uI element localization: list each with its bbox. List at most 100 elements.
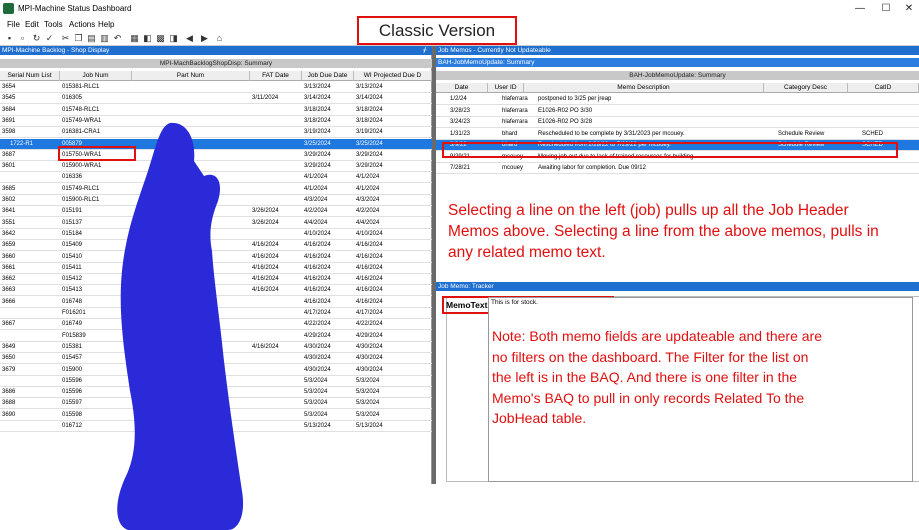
cell-due: 3/14/2024 <box>304 95 331 102</box>
cell-serial <box>0 421 60 432</box>
col-job-num[interactable]: Job Num <box>60 71 132 81</box>
memo-cell-date: 7/28/21 <box>450 165 471 171</box>
cut-icon[interactable]: ✂ <box>60 33 71 44</box>
cell-serial: 3667 <box>2 321 16 328</box>
memo-grid-body: 1/2/24 hlaferrara postponed to 3/25 per jr… <box>436 94 919 184</box>
menu-edit[interactable]: Edit <box>25 20 39 29</box>
selected-memo-highlight <box>442 142 898 158</box>
col-fat-date[interactable]: FAT Date <box>250 71 302 81</box>
cell-due: 4/16/2024 <box>304 276 331 283</box>
cell-serial <box>0 172 60 183</box>
cell-fat <box>250 127 302 138</box>
memo-cell-catid <box>860 94 919 105</box>
col-job-due-date[interactable]: Job Due Date <box>302 71 354 81</box>
cell-fat <box>250 297 302 308</box>
cell-serial: 3545 <box>2 95 16 102</box>
window-title: MPI-Machine Status Dashboard <box>18 4 132 13</box>
cell-serial <box>0 331 60 342</box>
cell-fat: 4/16/2024 <box>252 287 279 294</box>
cell-serial: 3688 <box>2 400 16 407</box>
memo-row[interactable]: 1/2/24 hlaferrara postponed to 3/25 per jr… <box>436 94 919 105</box>
cell-job: 015381-RLC1 <box>62 84 100 90</box>
cell-due: 3/29/2024 <box>304 163 331 170</box>
cell-wi: 4/1/2024 <box>356 174 380 181</box>
cell-fat: 4/16/2024 <box>252 276 279 283</box>
cell-serial <box>0 376 60 387</box>
new-icon[interactable]: ▪ <box>4 33 15 44</box>
preview-icon[interactable]: ◧ <box>142 33 153 44</box>
cell-serial <box>0 308 60 319</box>
cell-wi: 4/17/2024 <box>356 310 383 316</box>
delete-icon[interactable]: ▥ <box>99 33 110 44</box>
paste-icon[interactable]: ▤ <box>86 33 97 44</box>
cell-wi: 4/4/2024 <box>356 219 380 226</box>
col-date[interactable]: Date <box>436 83 488 93</box>
minimize-button[interactable]: — <box>850 2 870 16</box>
cell-fat <box>250 398 302 409</box>
close-button[interactable]: ✕ <box>899 2 919 16</box>
save-icon[interactable]: ▫ <box>17 33 28 44</box>
cell-fat <box>250 353 302 364</box>
cell-due: 4/2/2024 <box>304 208 328 215</box>
cell-fat <box>250 195 302 206</box>
cell-fat <box>250 319 302 330</box>
job-memos-panel: Job Memos - Currently Not Updateable BAH… <box>436 46 919 484</box>
memo-cell-cat <box>776 94 860 105</box>
cell-fat: 3/26/2024 <box>252 208 279 215</box>
memo-cell-catid <box>860 163 919 174</box>
memo-row[interactable]: 1/31/23 bhard Rescheduled to be complete b… <box>436 129 919 140</box>
table-row[interactable]: 3545 016305 3/11/2024 3/14/2024 3/14/2024 <box>0 93 432 105</box>
col-serial[interactable]: Serial Num List <box>0 71 60 81</box>
menu-actions[interactable]: Actions <box>69 20 95 29</box>
clear-icon[interactable]: ✓ <box>44 33 55 44</box>
menu-tools[interactable]: Tools <box>44 20 63 29</box>
attach-icon[interactable]: ▩ <box>155 33 166 44</box>
col-category[interactable]: Category Desc <box>764 83 848 93</box>
cell-due: 3/19/2024 <box>304 129 331 136</box>
pin-icon[interactable]: ᚋ <box>423 46 427 54</box>
cell-due: 4/16/2024 <box>304 264 331 271</box>
memo-row[interactable]: 3/28/23 hlaferrara E1026-R02 PO 3/30 <box>436 106 919 117</box>
cell-part <box>132 82 250 93</box>
home-icon[interactable]: ⌂ <box>214 33 225 44</box>
back-icon[interactable]: ◀ <box>184 33 195 44</box>
print-icon[interactable]: ▦ <box>129 33 140 44</box>
cell-serial: 3601 <box>2 163 16 170</box>
memo-panel-header-2: BAH-JobMemoUpdate: Summary <box>436 58 919 67</box>
memo-cell-date: 3/28/23 <box>450 107 471 114</box>
cell-serial: 3654 <box>2 84 16 90</box>
cell-wi: 5/3/2024 <box>356 411 380 418</box>
cell-serial: 1722-R1 <box>10 140 34 147</box>
undo-icon[interactable]: ↶ <box>112 33 123 44</box>
table-row[interactable]: 3654 015381-RLC1 3/13/2024 3/13/2024 <box>0 82 432 93</box>
cell-wi: 5/3/2024 <box>356 377 380 384</box>
menu-file[interactable]: File <box>7 20 20 29</box>
cell-wi: 3/13/2024 <box>356 84 383 90</box>
table-row[interactable]: 3684 015748-RLC1 3/18/2024 3/18/2024 <box>0 105 432 116</box>
search-icon[interactable]: ◨ <box>168 33 179 44</box>
cell-due: 4/29/2024 <box>304 332 331 339</box>
cell-wi: 4/16/2024 <box>356 253 383 260</box>
cell-due: 4/16/2024 <box>304 253 331 260</box>
col-catid[interactable]: CatID <box>848 83 919 93</box>
memo-panel-header: Job Memos - Currently Not Updateable <box>436 46 919 55</box>
memo-cell-user: hlaferrara <box>502 119 528 125</box>
cell-due: 4/1/2024 <box>304 185 328 192</box>
cell-fat <box>250 82 302 93</box>
cell-serial: 3662 <box>2 276 16 283</box>
col-part-num[interactable]: Part Num <box>132 71 250 81</box>
col-user-id[interactable]: User ID <box>488 83 524 93</box>
col-memo-desc[interactable]: Memo Description <box>524 83 764 93</box>
memo-row[interactable]: 7/28/21 mcouey Awaiting labor for completi… <box>436 163 919 174</box>
copy-icon[interactable]: ❐ <box>73 33 84 44</box>
maximize-button[interactable]: ☐ <box>876 2 896 16</box>
memo-row[interactable]: 3/24/23 hlaferrara E1026-R02 PO 3/28 <box>436 117 919 128</box>
cell-due: 4/16/2024 <box>304 242 331 249</box>
col-wi-projected[interactable]: WI Projected Due D <box>354 71 432 81</box>
menu-help[interactable]: Help <box>98 20 114 29</box>
cell-wi: 4/22/2024 <box>356 321 383 328</box>
cell-fat <box>250 376 302 387</box>
cell-serial: 3687 <box>2 151 16 158</box>
refresh-icon[interactable]: ↻ <box>31 33 42 44</box>
forward-icon[interactable]: ▶ <box>199 33 210 44</box>
